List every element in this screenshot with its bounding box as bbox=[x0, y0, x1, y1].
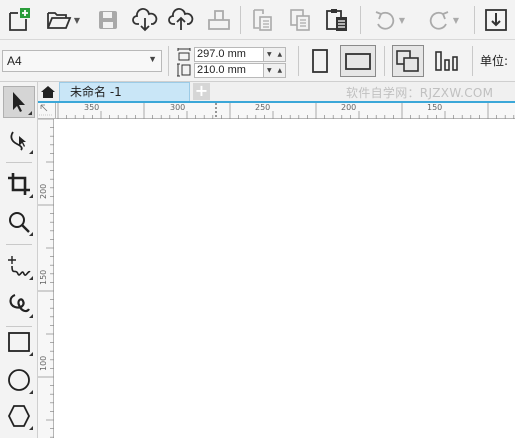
artistic-media-icon bbox=[9, 293, 30, 313]
copy-icon bbox=[290, 9, 310, 31]
freehand-icon bbox=[8, 256, 31, 276]
property-bar: A4 ▼ 297.0 mm ▼ ▲ 210.0 mm ▼ ▲ 单位: bbox=[0, 40, 515, 82]
height-input[interactable]: 210.0 mm bbox=[194, 62, 264, 78]
add-tab-button[interactable]: + bbox=[193, 83, 210, 100]
current-page-button[interactable] bbox=[430, 45, 464, 77]
watermark-text: 软件自学网：RJZXW.COM bbox=[346, 86, 494, 100]
ruler-label: 250 bbox=[255, 103, 271, 112]
page-width-icon bbox=[177, 48, 191, 61]
vertical-ruler[interactable]: 200 150 100 bbox=[38, 119, 54, 438]
portrait-button[interactable] bbox=[306, 45, 334, 77]
chevron-down-icon: ▼ bbox=[398, 15, 406, 25]
folder-icon bbox=[47, 12, 72, 29]
redo-button[interactable]: ▼ bbox=[420, 4, 466, 36]
rectangle-icon bbox=[8, 332, 30, 352]
hexagon-icon bbox=[7, 405, 31, 427]
page-size-value: A4 bbox=[7, 54, 22, 68]
save-icon bbox=[99, 11, 117, 29]
ruler-label: 100 bbox=[39, 355, 48, 371]
toolbar-separator bbox=[168, 46, 169, 76]
freehand-tool[interactable] bbox=[3, 250, 35, 282]
chevron-down-icon: ▼ bbox=[148, 54, 157, 64]
page-height-icon bbox=[177, 63, 191, 77]
paste-button[interactable] bbox=[322, 4, 352, 36]
document-tab-bar: 未命名 -1 + 软件自学网：RJZXW.COM bbox=[38, 82, 515, 103]
pick-tool[interactable] bbox=[3, 86, 35, 118]
horizontal-ruler-ticks bbox=[57, 103, 515, 119]
ellipse-tool[interactable] bbox=[3, 364, 35, 396]
home-icon bbox=[41, 85, 55, 98]
crop-tool[interactable] bbox=[3, 168, 35, 200]
export-button[interactable] bbox=[166, 4, 196, 36]
toolbar-separator bbox=[298, 46, 299, 76]
toolbar-separator bbox=[472, 46, 473, 76]
portrait-icon bbox=[312, 49, 328, 73]
cloud-download-icon bbox=[132, 8, 158, 32]
ruler-label: 350 bbox=[84, 103, 100, 112]
rectangle-tool[interactable] bbox=[3, 326, 35, 358]
ruler-corner[interactable] bbox=[38, 103, 56, 119]
drawing-canvas[interactable] bbox=[56, 119, 515, 438]
toolbar-separator bbox=[360, 6, 361, 34]
page-size-select[interactable]: A4 ▼ bbox=[2, 50, 162, 72]
open-button[interactable]: ▼ bbox=[40, 4, 86, 36]
polygon-tool[interactable] bbox=[3, 400, 35, 432]
horizontal-ruler[interactable]: 350 300 250 200 150 bbox=[56, 103, 515, 119]
cut-button[interactable] bbox=[248, 4, 276, 36]
shape-edit-icon bbox=[10, 131, 26, 151]
toolbox-separator bbox=[6, 244, 32, 245]
new-document-button[interactable] bbox=[4, 4, 34, 36]
toolbar-separator bbox=[240, 6, 241, 34]
copy-button[interactable] bbox=[286, 4, 314, 36]
standard-toolbar: ▼ ▼ ▼ bbox=[0, 0, 515, 40]
cloud-upload-icon bbox=[168, 8, 194, 30]
import-button[interactable] bbox=[130, 4, 160, 36]
ruler-label: 150 bbox=[427, 103, 443, 112]
import-arrow-button[interactable] bbox=[482, 4, 510, 36]
height-row: 210.0 mm ▼ ▲ bbox=[176, 62, 286, 78]
ruler-label: 300 bbox=[170, 103, 186, 112]
ruler-origin-icon bbox=[39, 104, 53, 116]
ruler-label: 150 bbox=[39, 269, 48, 285]
all-pages-icon bbox=[396, 50, 419, 72]
unit-label: 单位: bbox=[480, 54, 509, 68]
bar-chart-icon bbox=[435, 51, 458, 71]
crop-icon bbox=[8, 173, 30, 195]
landscape-icon bbox=[345, 53, 371, 70]
save-button[interactable] bbox=[94, 4, 122, 36]
ellipse-icon bbox=[8, 369, 30, 391]
print-icon bbox=[208, 10, 230, 30]
magnifier-icon bbox=[9, 212, 30, 233]
tab-document[interactable]: 未命名 -1 bbox=[59, 82, 190, 101]
welcome-tab[interactable] bbox=[38, 82, 58, 101]
toolbar-separator bbox=[384, 46, 385, 76]
new-doc-icon bbox=[9, 8, 30, 31]
toolbox bbox=[0, 82, 38, 438]
ruler-label: 200 bbox=[341, 103, 357, 112]
toolbox-separator bbox=[6, 162, 32, 163]
width-input[interactable]: 297.0 mm bbox=[194, 46, 264, 62]
chevron-down-icon: ▼ bbox=[73, 15, 81, 25]
ruler-label: 200 bbox=[39, 183, 48, 199]
shape-tool[interactable] bbox=[3, 124, 35, 156]
height-stepper[interactable]: ▼ ▲ bbox=[264, 62, 286, 78]
chevron-down-icon: ▼ bbox=[452, 15, 460, 25]
landscape-button[interactable] bbox=[340, 45, 376, 77]
width-row: 297.0 mm ▼ ▲ bbox=[176, 46, 286, 62]
width-stepper[interactable]: ▼ ▲ bbox=[264, 46, 286, 62]
all-pages-button[interactable] bbox=[392, 45, 424, 77]
redo-icon bbox=[429, 11, 449, 30]
cut-icon bbox=[253, 9, 272, 31]
paste-icon bbox=[326, 9, 347, 31]
import-arrow-icon bbox=[485, 9, 507, 31]
artistic-media-tool[interactable] bbox=[3, 288, 35, 320]
toolbar-separator bbox=[474, 6, 475, 34]
print-button[interactable] bbox=[204, 4, 234, 36]
undo-button[interactable]: ▼ bbox=[366, 4, 412, 36]
undo-icon bbox=[375, 11, 395, 30]
zoom-tool[interactable] bbox=[3, 206, 35, 238]
pointer-icon bbox=[13, 92, 25, 112]
